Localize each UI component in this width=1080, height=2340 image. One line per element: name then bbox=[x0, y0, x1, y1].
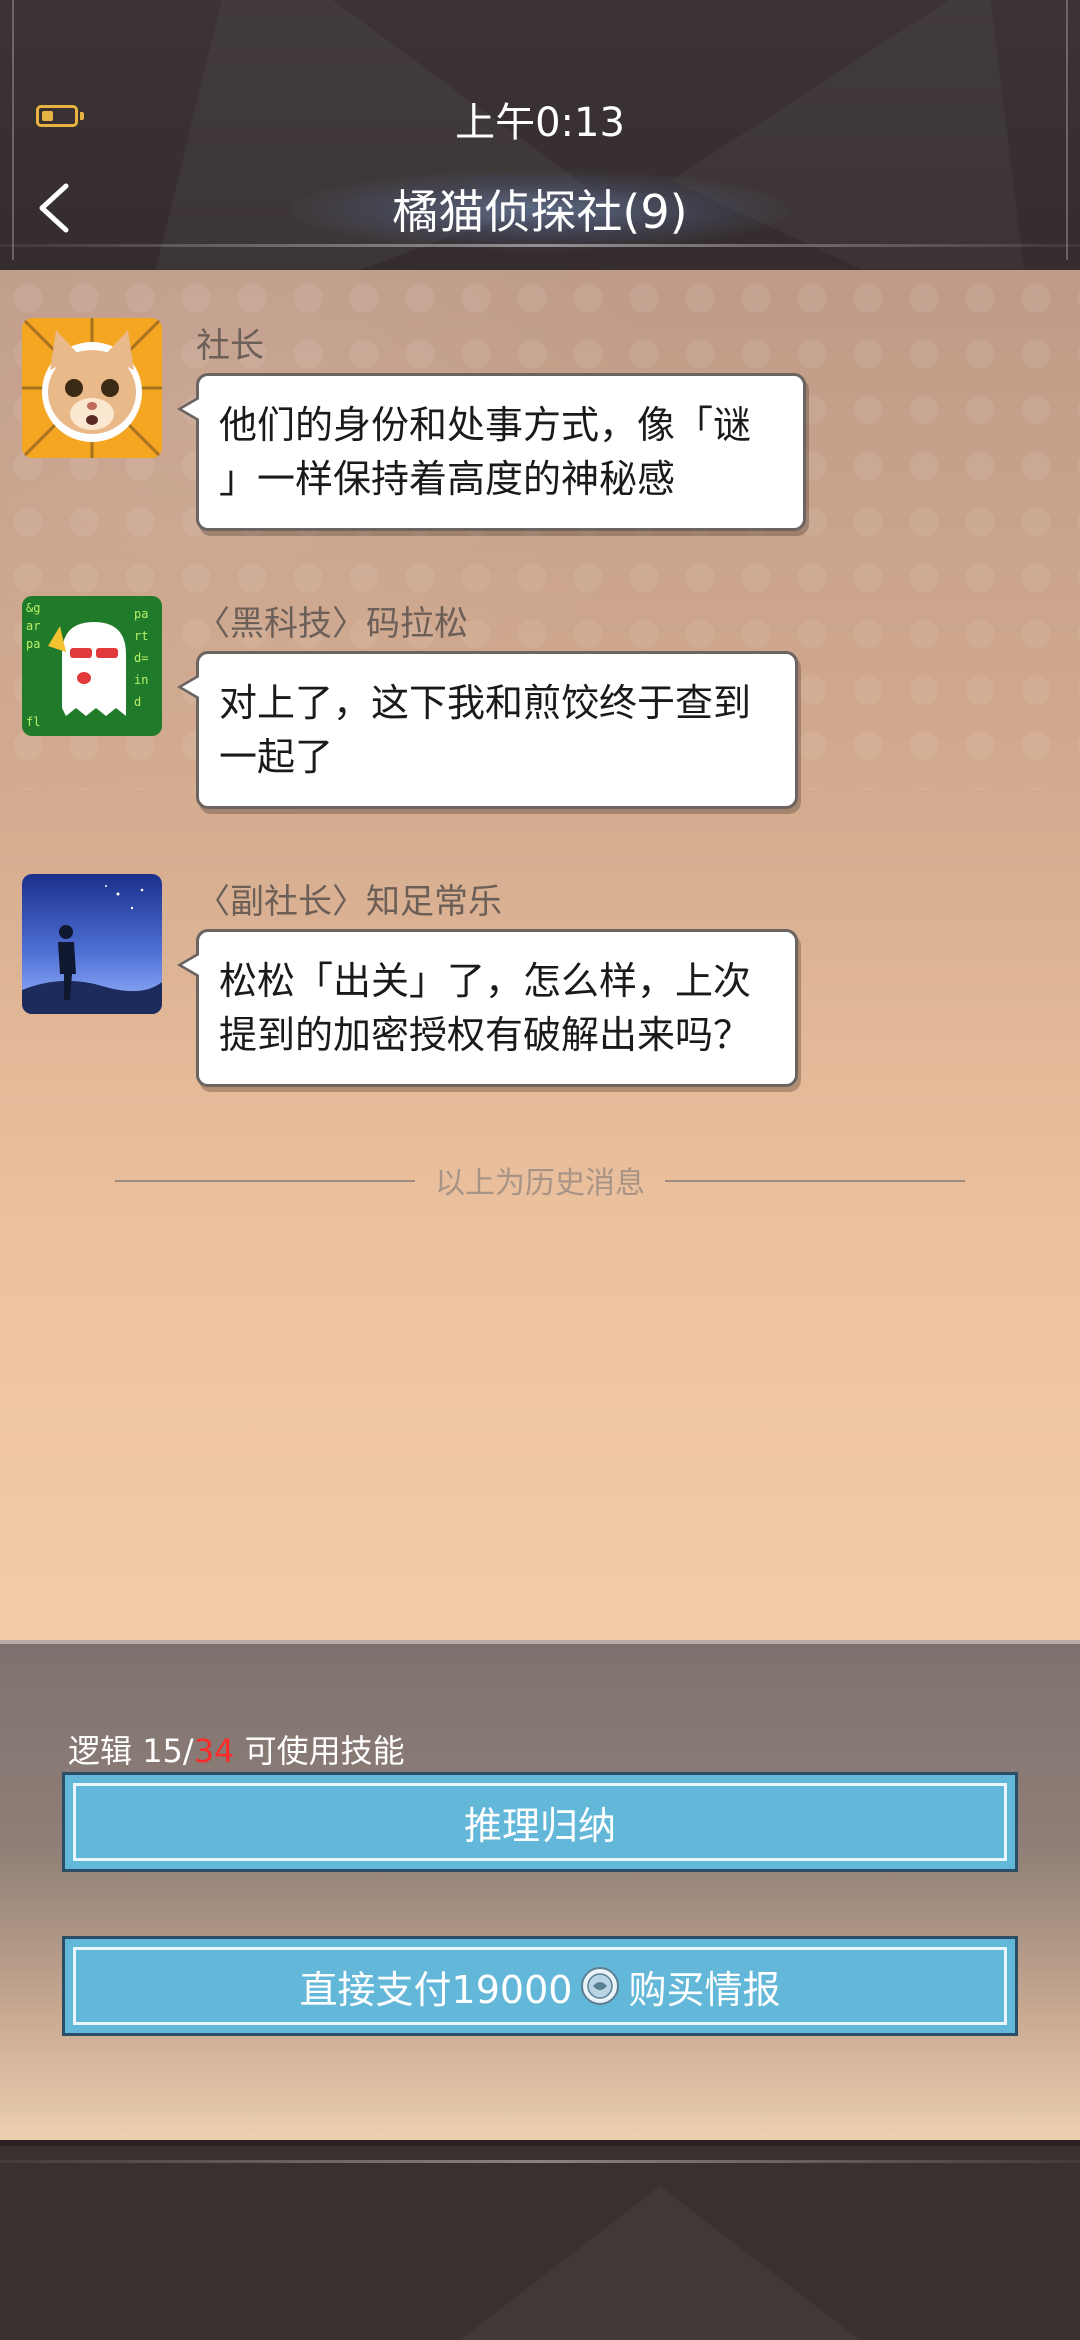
buy-price-text: 直接支付19000 bbox=[299, 1967, 573, 2012]
status-time: 上午0:13 bbox=[455, 100, 625, 146]
message-bubble[interactable]: 对上了，这下我和煎饺终于查到 一起了 bbox=[177, 651, 798, 809]
cat-face-icon bbox=[22, 318, 162, 458]
bottom-bar bbox=[0, 2140, 1080, 2340]
skill-panel: 逻辑 15/34 可使用技能 推理归纳 直接支付19000 购买情报 bbox=[0, 1640, 1080, 2140]
svg-text:pa: pa bbox=[26, 637, 40, 651]
sender-name: 社长 bbox=[196, 326, 264, 366]
app-header: 上午0:13 橘猫侦探社(9) bbox=[0, 0, 1080, 270]
svg-text:fl: fl bbox=[26, 715, 40, 729]
chat-history[interactable]: 社长 他们的身份和处事方式，像「谜 」一样保持着高度的神秘感 &g ar pa … bbox=[0, 270, 1080, 1640]
svg-text:rt: rt bbox=[134, 629, 148, 643]
svg-text:d=: d= bbox=[134, 651, 148, 665]
message-text-line: 一起了 bbox=[219, 735, 334, 779]
header-divider bbox=[0, 244, 1080, 247]
svg-text:d: d bbox=[134, 695, 141, 709]
reason-button-label: 推理归纳 bbox=[463, 1803, 616, 1848]
message-bubble[interactable]: 他们的身份和处事方式，像「谜 」一样保持着高度的神秘感 bbox=[177, 373, 806, 531]
message-text-line: 对上了，这下我和煎饺终于查到 bbox=[219, 681, 752, 725]
silhouette-icon bbox=[22, 874, 162, 1014]
message-bubble[interactable]: 松松「出关」了，怎么样，上次 提到的加密授权有破解出来吗？ bbox=[177, 929, 798, 1087]
history-divider: 以上为历史消息 bbox=[0, 1150, 1080, 1210]
reason-button[interactable]: 推理归纳 bbox=[62, 1772, 1018, 1872]
night-sky-walker-avatar[interactable] bbox=[22, 874, 162, 1014]
divider-line bbox=[115, 1180, 415, 1182]
footer-decoration bbox=[400, 2186, 920, 2340]
logic-max-value: 34 bbox=[193, 1732, 235, 1770]
svg-text:in: in bbox=[134, 673, 148, 687]
message-text-line: 松松「出关」了，怎么样，上次 bbox=[219, 959, 752, 1003]
buy-intel-button-label: 直接支付19000 购买情报 bbox=[65, 1939, 1015, 2033]
divider-line bbox=[665, 1180, 965, 1182]
buy-intel-button[interactable]: 直接支付19000 购买情报 bbox=[62, 1936, 1018, 2036]
svg-text:&g: &g bbox=[26, 601, 40, 615]
orange-cat-avatar[interactable] bbox=[22, 318, 162, 458]
ghost-icon: &g ar pa fl pa rt d= in d bbox=[22, 596, 162, 736]
logic-suffix: 可使用技能 bbox=[244, 1732, 405, 1770]
coin-icon bbox=[580, 1966, 620, 2006]
logic-status: 逻辑 15/34 可使用技能 bbox=[68, 1726, 405, 1772]
code-ghost-avatar[interactable]: &g ar pa fl pa rt d= in d bbox=[22, 596, 162, 736]
svg-text:ar: ar bbox=[26, 619, 40, 633]
message-text-line: 」一样保持着高度的神秘感 bbox=[219, 457, 676, 501]
message-text-line: 他们的身份和处事方式，像「谜 bbox=[219, 403, 752, 447]
chat-title: 橘猫侦探社(9) bbox=[392, 185, 688, 239]
history-divider-label: 以上为历史消息 bbox=[435, 1166, 645, 1201]
footer-divider bbox=[0, 2160, 1080, 2163]
logic-label: 逻辑 bbox=[68, 1732, 133, 1770]
logic-separator: / bbox=[182, 1732, 194, 1770]
buy-intel-text: 购买情报 bbox=[628, 1967, 781, 2012]
svg-text:pa: pa bbox=[134, 607, 148, 621]
sender-name: 〈黑科技〉码拉松 bbox=[196, 604, 468, 644]
logic-current-value: 15 bbox=[142, 1732, 183, 1770]
message-text-line: 提到的加密授权有破解出来吗？ bbox=[219, 1013, 752, 1057]
sender-name: 〈副社长〉知足常乐 bbox=[196, 882, 502, 922]
